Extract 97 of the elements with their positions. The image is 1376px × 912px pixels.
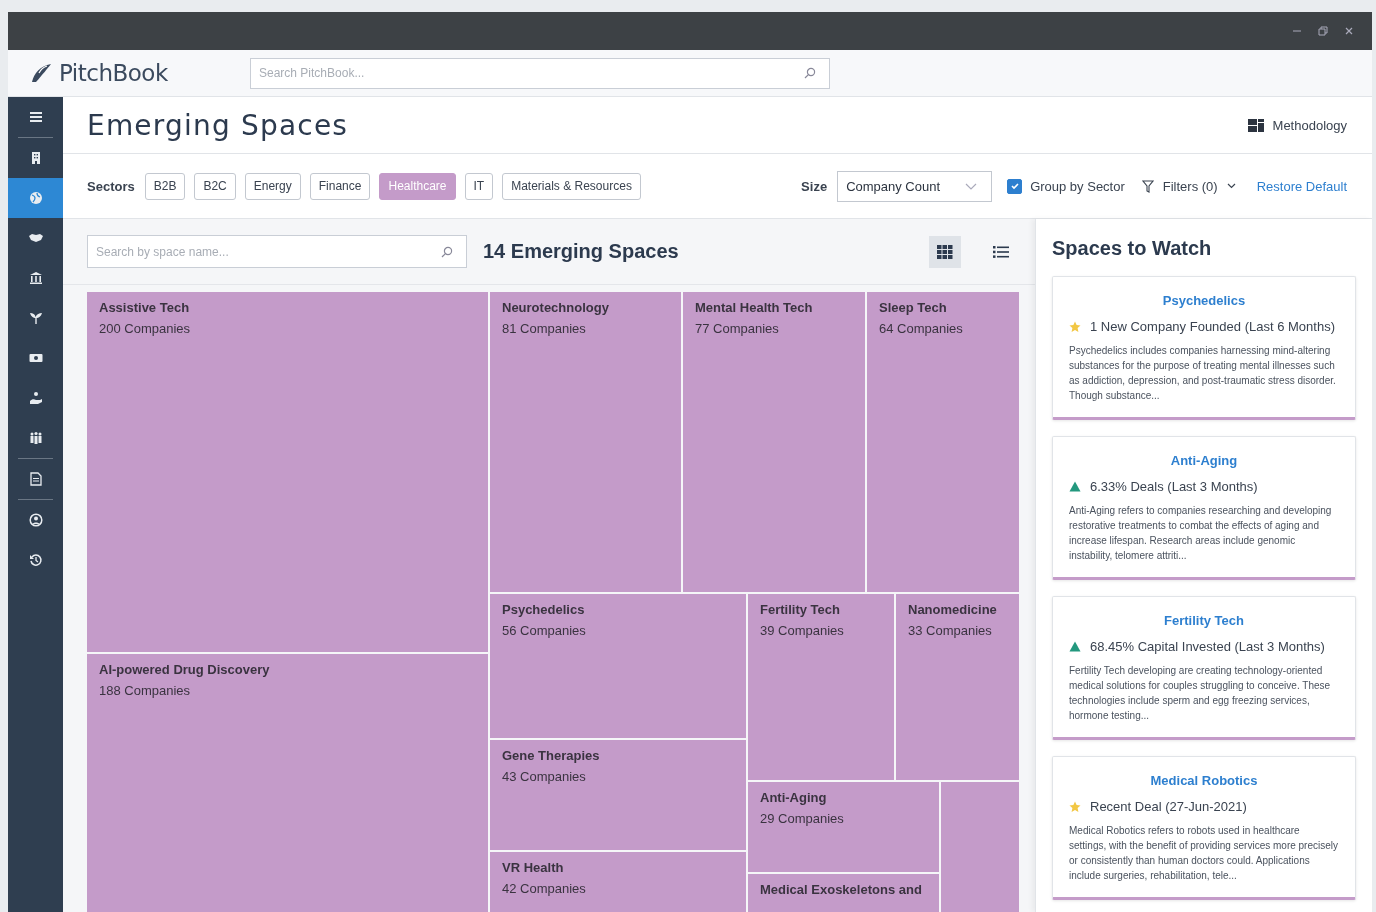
tile-name: Anti-Aging — [760, 790, 827, 805]
card-title[interactable]: Fertility Tech — [1164, 613, 1244, 628]
tile-name: Neurotechnology — [502, 300, 609, 315]
sector-chip[interactable]: B2B — [144, 172, 186, 200]
treemap-tile[interactable]: Nanomedicine 33 Companies — [896, 594, 1019, 780]
treemap-tile[interactable]: AI-powered Drug Discovery 188 Companies — [87, 654, 488, 912]
space-search-field[interactable]: Search by space name... — [87, 235, 467, 268]
space-card[interactable] — [1052, 276, 1356, 420]
card-metric: 6.33% Deals (Last 3 Months) — [1090, 479, 1258, 494]
banknote-icon — [28, 351, 43, 365]
space-card[interactable] — [1052, 436, 1356, 580]
card-description: Psychedelics includes companies harnessing mind-altering substances for the purpose of treating mental illnesses such as addiction, depression, and post-traumatic stress disorder. Though substance... — [1069, 344, 1337, 403]
tile-count: 42 Companies — [502, 881, 586, 896]
card-metric: 1 New Company Founded (Last 6 Months) — [1090, 319, 1335, 334]
tile-name: AI-powered Drug Discovery — [99, 662, 270, 677]
treemap-tile[interactable]: Neurotechnology 81 Companies — [490, 292, 681, 592]
page-title: Emerging Spaces — [87, 108, 349, 142]
sector-chip[interactable]: B2C — [194, 172, 236, 200]
app-logo[interactable]: PitchBook — [59, 60, 168, 86]
tile-name: Fertility Tech — [760, 602, 840, 617]
sector-chip[interactable]: Finance — [309, 172, 371, 200]
list-icon — [993, 244, 1009, 259]
size-label: Size — [801, 178, 828, 194]
results-title: 14 Emerging Spaces — [483, 240, 679, 263]
sectors-label: Sectors — [87, 178, 135, 194]
restore-default-link[interactable]: Restore Default — [1256, 178, 1347, 194]
user-icon — [28, 513, 43, 527]
close-icon[interactable] — [1344, 26, 1354, 36]
size-dropdown[interactable]: Company Count — [837, 170, 993, 202]
card-description: Medical Robotics refers to robots used in healthcare settings, with the benefit of providing services more precisely or consistently than human doctors could. Applications include surgeries, rehabilitation, tele... — [1069, 824, 1339, 883]
sector-chip[interactable]: Energy — [244, 172, 301, 200]
search-icon[interactable] — [441, 245, 453, 258]
filter-icon — [1141, 179, 1154, 193]
search-field[interactable]: Search PitchBook... — [250, 57, 830, 89]
tile-count: 33 Companies — [908, 623, 992, 638]
tile-name: Nanomedicine — [908, 602, 997, 617]
treemap-tile[interactable]: VR Health 42 Companies — [490, 852, 746, 912]
chevron-down-icon — [1226, 183, 1236, 189]
people-icon — [28, 431, 43, 445]
tile-count: 64 Companies — [879, 321, 963, 336]
filters-button[interactable]: Filters (0) — [1141, 178, 1236, 194]
history-icon — [28, 553, 43, 567]
chevron-down-icon — [965, 182, 978, 190]
grid-view-button[interactable] — [929, 235, 961, 268]
sector-chip[interactable]: Materials & Resources — [502, 172, 641, 200]
checkbox[interactable] — [1007, 178, 1023, 194]
treemap-tile[interactable]: Fertility Tech 39 Companies — [748, 594, 894, 780]
tile-count: 56 Companies — [502, 623, 586, 638]
grid-icon — [937, 244, 953, 259]
tile-name: Assistive Tech — [99, 300, 190, 315]
card-metric: 68.45% Capital Invested (Last 3 Months) — [1090, 639, 1325, 654]
space-card[interactable] — [1052, 756, 1356, 900]
tile-name: Medical Exoskeletons and — [760, 882, 922, 897]
treemap-tile[interactable]: Gene Therapies 43 Companies — [490, 740, 746, 850]
tile-count: 77 Companies — [695, 321, 779, 336]
treemap-tile[interactable]: Psychedelics 56 Companies — [490, 594, 746, 738]
tile-name: Gene Therapies — [502, 748, 600, 763]
menu-icon — [28, 110, 43, 124]
tile-count: 39 Companies — [760, 623, 844, 638]
treemap-tile[interactable]: Mental Health Tech 77 Companies — [683, 292, 865, 592]
card-metric: Recent Deal (27-Jun-2021) — [1090, 799, 1247, 814]
star-icon — [1069, 800, 1081, 813]
bank-icon — [28, 271, 43, 285]
treemap-tile[interactable]: Assistive Tech 200 Companies — [87, 292, 488, 652]
tile-name: Sleep Tech — [879, 300, 947, 315]
treemap-tile[interactable]: Anti-Aging 29 Companies — [748, 782, 939, 872]
checkbox-label[interactable]: Group by Sector — [1030, 178, 1125, 194]
leaf-logo-icon — [30, 63, 52, 83]
tile-count: 81 Companies — [502, 321, 586, 336]
methodology-button[interactable]: Methodology — [1247, 117, 1347, 133]
tile-count: 200 Companies — [99, 321, 191, 336]
tile-name: VR Health — [502, 860, 564, 875]
document-icon — [28, 472, 43, 486]
tile-count: 188 Companies — [99, 683, 191, 698]
card-description: Anti-Aging refers to companies researching and developing restorative treatments to combat the effects of aging and increase lifespan. Research areas include genomic instability, telomere attriti... — [1069, 504, 1333, 563]
treemap-tile[interactable]: Medical Exoskeletons and — [748, 874, 939, 912]
triangle-up-icon — [1069, 641, 1081, 652]
panel-title: Spaces to Watch — [1052, 237, 1213, 260]
tile-name: Mental Health Tech — [695, 300, 813, 315]
card-title[interactable]: Medical Robotics — [1150, 773, 1258, 788]
star-icon — [1069, 320, 1081, 333]
sprout-icon — [28, 311, 43, 325]
restore-icon[interactable] — [1318, 26, 1328, 36]
tile-count: 29 Companies — [760, 811, 844, 826]
search-icon[interactable] — [804, 67, 816, 79]
card-title[interactable]: Anti-Aging — [1170, 453, 1238, 468]
triangle-up-icon — [1069, 481, 1081, 492]
tile-name: Psychedelics — [502, 602, 585, 617]
sector-chip[interactable]: IT — [464, 172, 494, 200]
check-icon — [1009, 181, 1020, 191]
card-description: Fertility Tech developing are creating technology-oriented medical solutions for couples struggling to conceive. These technologies include sperm and egg freezing services, hormone testing... — [1069, 664, 1332, 723]
layout-icon — [1247, 118, 1264, 132]
treemap-tile[interactable]: Sleep Tech 64 Companies — [867, 292, 1019, 592]
tile-count: 43 Companies — [502, 769, 586, 784]
hand-person-icon — [28, 391, 43, 405]
space-card[interactable] — [1052, 596, 1356, 740]
card-title[interactable]: Psychedelics — [1162, 293, 1246, 308]
